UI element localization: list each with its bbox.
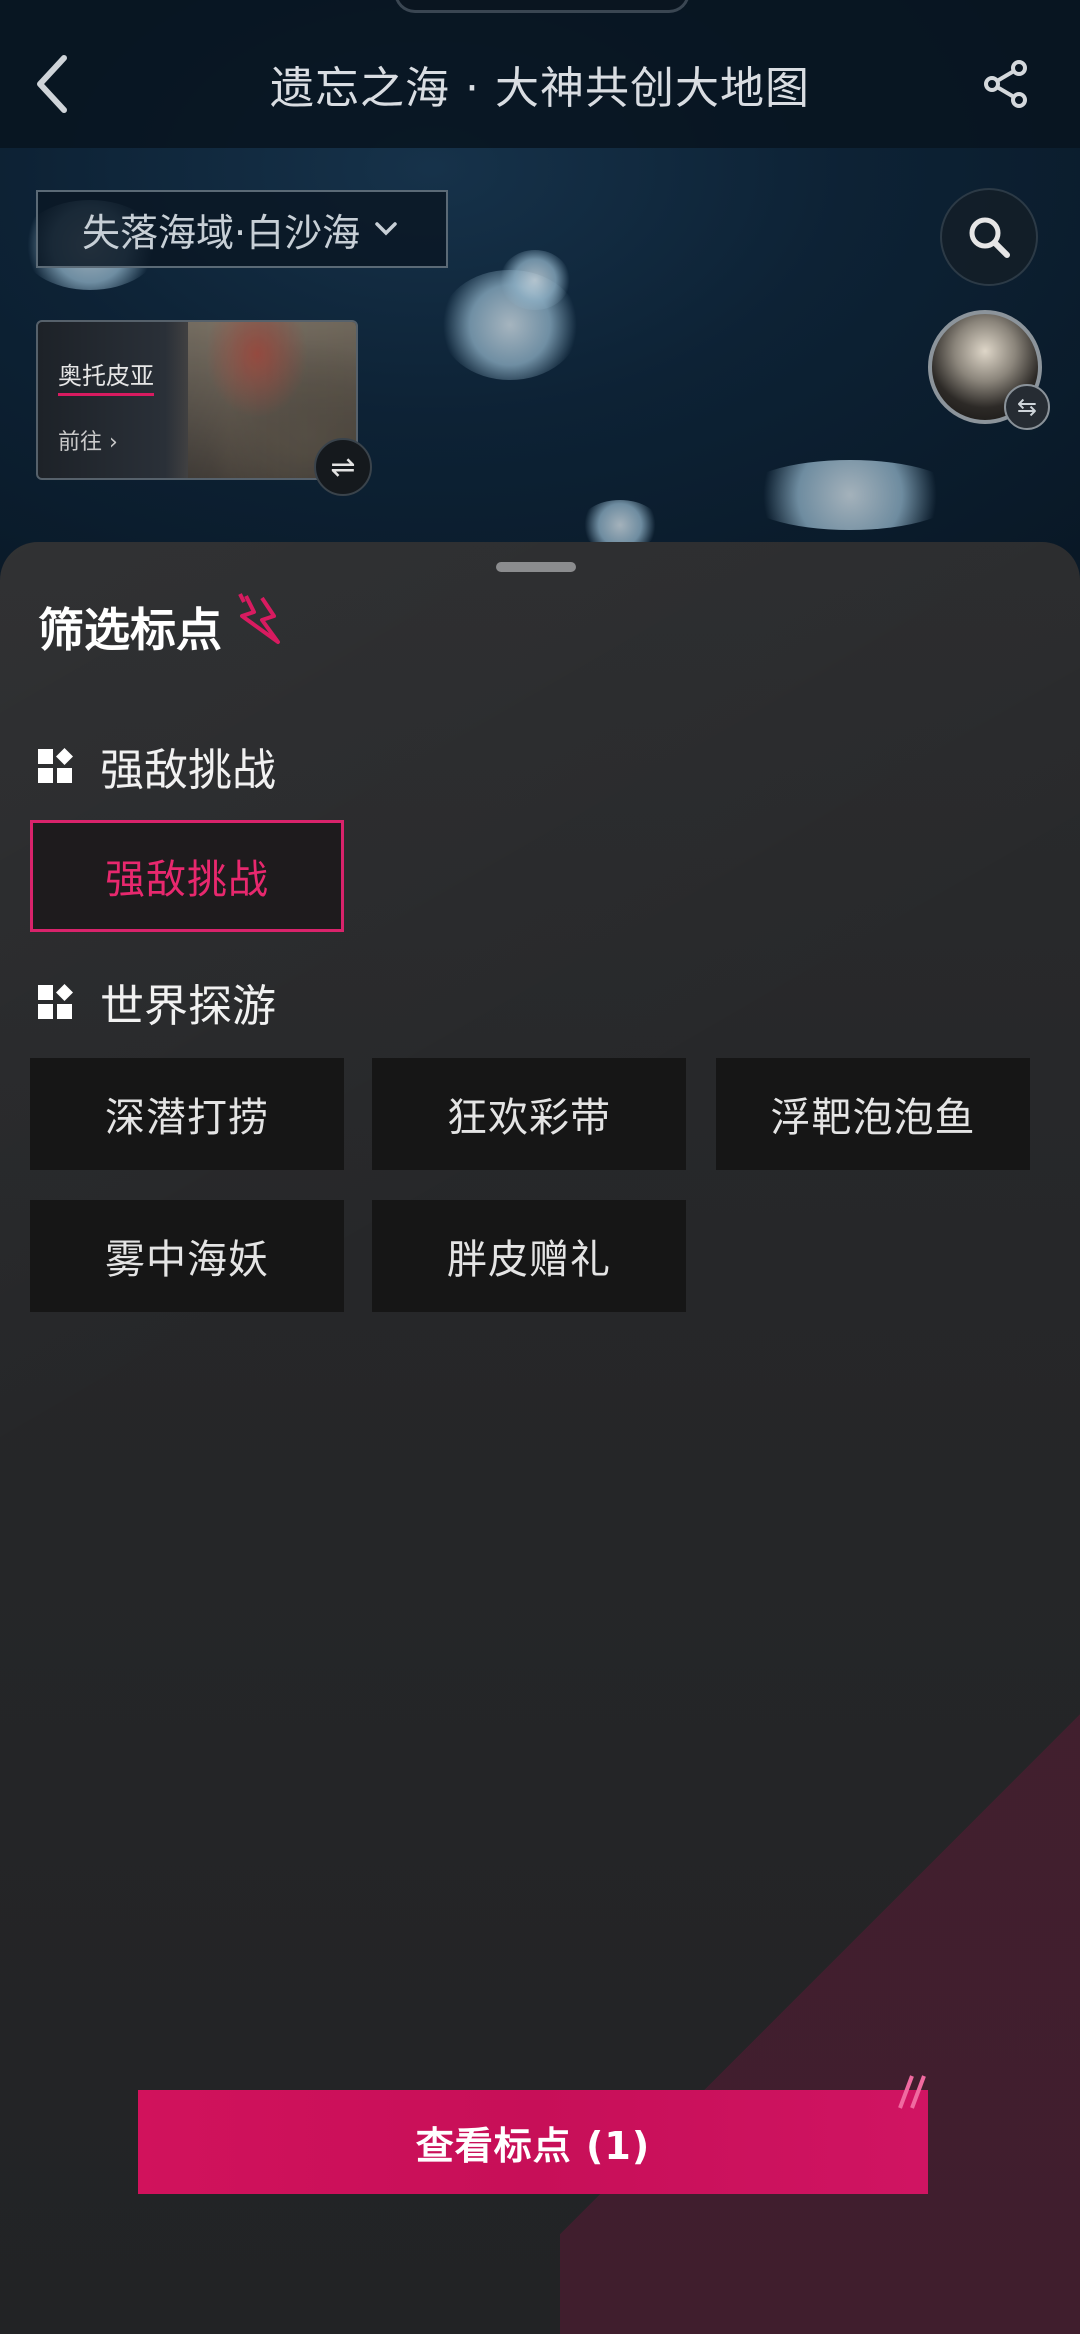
grid-icon bbox=[38, 748, 73, 783]
filter-chip-carnival-ribbon[interactable]: 狂欢彩带 bbox=[372, 1058, 686, 1170]
grid-icon bbox=[38, 984, 73, 1019]
city-go-link[interactable]: 前往 › bbox=[58, 424, 118, 456]
filter-chip-chubby-gift[interactable]: 胖皮赠礼 bbox=[372, 1200, 686, 1312]
bolt-icon bbox=[238, 593, 280, 644]
page-title: 遗忘之海 · 大神共创大地图 bbox=[270, 63, 810, 114]
section-heading-label: 世界探游 bbox=[100, 981, 276, 1032]
swap-icon[interactable]: ⇌ bbox=[314, 438, 372, 496]
back-arrow-icon bbox=[37, 55, 67, 113]
filter-chip-label: 深潜打捞 bbox=[105, 1095, 269, 1141]
city-card[interactable]: 奥托皮亚 前往 › bbox=[36, 320, 358, 480]
view-markers-button[interactable]: 查看标点 (1) bbox=[138, 2090, 928, 2194]
sheet-title: 筛选标点 bbox=[38, 603, 222, 657]
section-heading-challenge: 强敌挑战 bbox=[38, 734, 276, 798]
city-name: 奥托皮亚 bbox=[58, 356, 154, 396]
chevron-right-icon: › bbox=[109, 430, 118, 455]
share-button[interactable] bbox=[976, 54, 1036, 114]
map-island bbox=[740, 460, 960, 530]
filter-chip-deep-dive[interactable]: 深潜打捞 bbox=[30, 1058, 344, 1170]
map-island bbox=[500, 250, 570, 310]
filter-chip-strong-enemy[interactable]: 强敌挑战 bbox=[30, 820, 344, 932]
filter-chip-fog-siren[interactable]: 雾中海妖 bbox=[30, 1200, 344, 1312]
share-icon bbox=[984, 60, 1027, 108]
filter-sheet: 筛选标点 强敌挑战 强敌挑战 世界探游 深潜打捞 狂欢彩带 浮靶泡泡鱼 雾中海妖… bbox=[0, 542, 1080, 2334]
region-select[interactable]: 失落海域·白沙海 bbox=[36, 190, 448, 268]
slash-decoration-icon bbox=[898, 2075, 926, 2109]
filter-chip-label: 浮靶泡泡鱼 bbox=[770, 1095, 976, 1141]
section-heading-label: 强敌挑战 bbox=[100, 745, 276, 796]
decorative-stripe bbox=[560, 1614, 1080, 2334]
search-button[interactable] bbox=[940, 188, 1038, 286]
camera-notch bbox=[394, 0, 690, 13]
section-heading-explore: 世界探游 bbox=[38, 970, 276, 1034]
filter-chip-label: 狂欢彩带 bbox=[447, 1095, 611, 1141]
filter-chip-label: 雾中海妖 bbox=[105, 1237, 269, 1283]
filter-chip-bubble-fish[interactable]: 浮靶泡泡鱼 bbox=[716, 1058, 1030, 1170]
swap-icon[interactable]: ⇆ bbox=[1004, 384, 1050, 430]
region-select-label: 失落海域·白沙海 bbox=[82, 210, 361, 255]
filter-chip-label: 强敌挑战 bbox=[105, 857, 269, 903]
chevron-down-icon bbox=[375, 222, 397, 236]
top-bar: 遗忘之海 · 大神共创大地图 bbox=[0, 0, 1080, 148]
back-button[interactable] bbox=[20, 44, 84, 124]
filter-chip-label: 胖皮赠礼 bbox=[447, 1237, 611, 1283]
view-markers-label: 查看标点 (1) bbox=[415, 2123, 651, 2168]
search-icon bbox=[969, 217, 1010, 258]
drag-handle[interactable] bbox=[496, 562, 576, 572]
city-go-label: 前往 bbox=[58, 430, 103, 455]
